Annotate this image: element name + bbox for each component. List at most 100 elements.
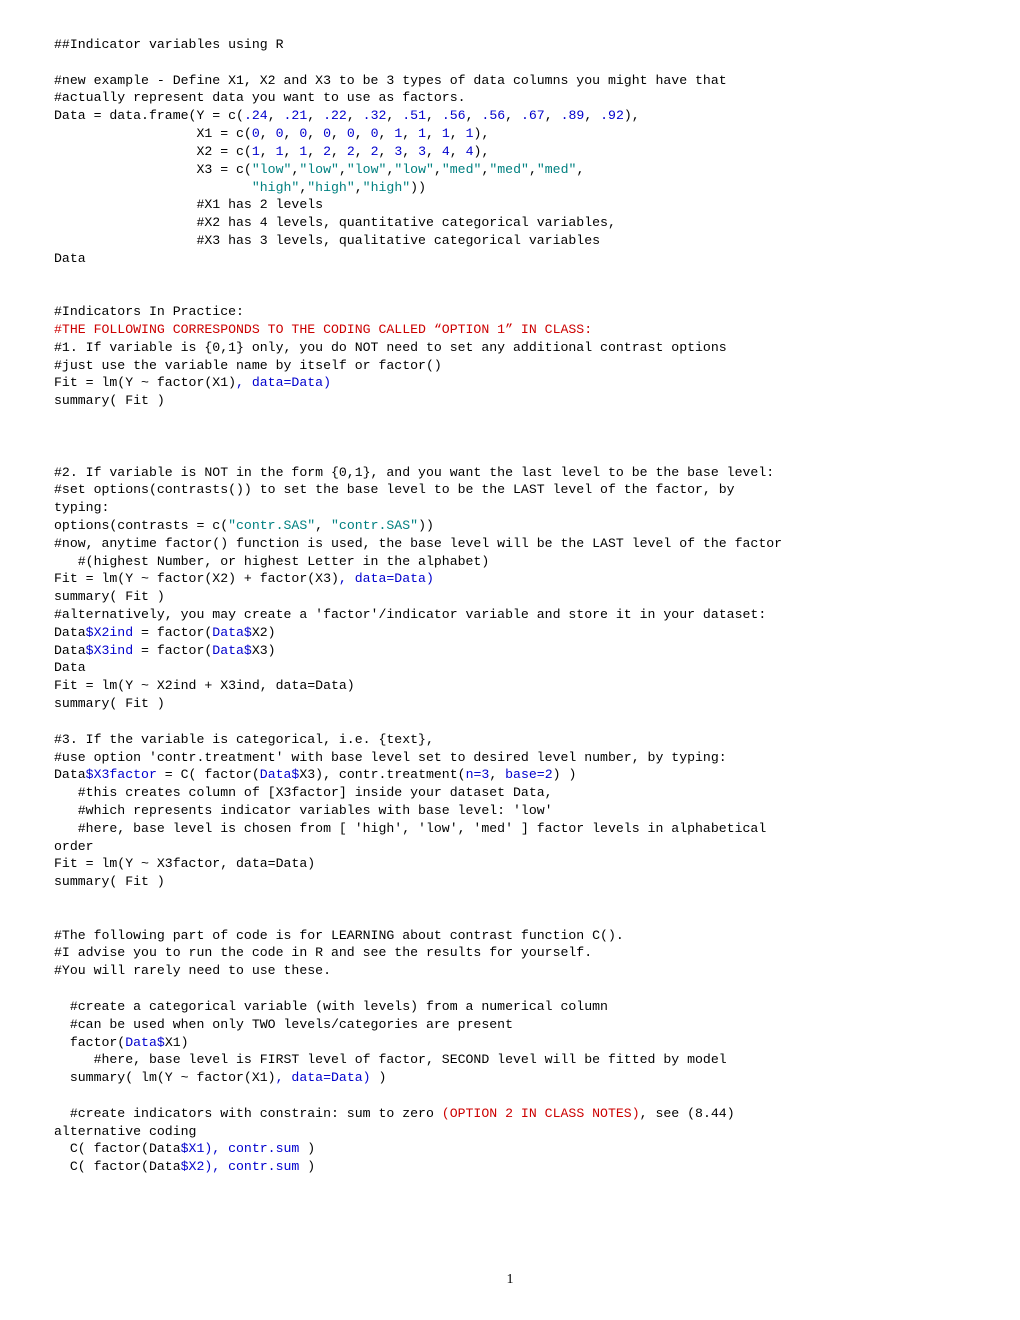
code-segment: #create indicators with constrain: sum t… xyxy=(54,1106,442,1121)
code-segment: X2 = c( xyxy=(54,144,252,159)
code-segment: #X3 has 3 levels, qualitative categorica… xyxy=(54,233,600,248)
code-line: #The following part of code is for LEARN… xyxy=(54,928,624,943)
code-segment: , xyxy=(331,144,347,159)
code-segment: , xyxy=(347,108,363,123)
code-segment: ), xyxy=(474,126,490,141)
code-segment: Fit = lm(Y ~ factor(X2) + factor(X3) xyxy=(54,571,339,586)
code-segment: #2. If variable is NOT in the form {0,1}… xyxy=(54,465,774,480)
code-segment: Data xyxy=(54,643,86,658)
code-line: summary( Fit ) xyxy=(54,696,165,711)
code-segment: "high" xyxy=(307,180,354,195)
code-segment: , xyxy=(307,144,323,159)
code-segment xyxy=(54,269,62,284)
code-line xyxy=(54,411,62,426)
code-segment: Data$ xyxy=(212,625,252,640)
code-segment: 3 xyxy=(418,144,426,159)
code-segment: , xyxy=(355,144,371,159)
code-line xyxy=(54,910,62,925)
code-segment: Fit = lm(Y ~ X2ind + X3ind, data=Data) xyxy=(54,678,355,693)
code-line: #new example - Define X1, X2 and X3 to b… xyxy=(54,73,727,88)
code-line: #here, base level is chosen from [ 'high… xyxy=(54,821,766,836)
code-segment: , data=Data) xyxy=(339,571,434,586)
code-segment: .22 xyxy=(323,108,347,123)
code-block: ##Indicator variables using R #new examp… xyxy=(54,36,966,1176)
code-line: #2. If variable is NOT in the form {0,1}… xyxy=(54,465,774,480)
code-segment: , xyxy=(379,144,395,159)
code-segment: #You will rarely need to use these. xyxy=(54,963,331,978)
code-line xyxy=(54,1088,62,1103)
code-line: #1. If variable is {0,1} only, you do NO… xyxy=(54,340,727,355)
code-segment: $X1), contr.sum xyxy=(181,1141,308,1156)
code-segment: , xyxy=(545,108,561,123)
code-segment: #which represents indicator variables wi… xyxy=(54,803,553,818)
code-segment: Data xyxy=(54,660,86,675)
code-line: #(highest Number, or highest Letter in t… xyxy=(54,554,489,569)
code-segment: #can be used when only TWO levels/catego… xyxy=(54,1017,513,1032)
code-segment: "high" xyxy=(252,180,299,195)
code-segment: , xyxy=(466,108,482,123)
code-segment: , xyxy=(331,126,347,141)
code-line: #create a categorical variable (with lev… xyxy=(54,999,608,1014)
code-segment: , data=Data) xyxy=(236,375,331,390)
code-segment: 0 xyxy=(252,126,260,141)
code-line: #You will rarely need to use these. xyxy=(54,963,331,978)
code-segment: 0 xyxy=(371,126,379,141)
code-line: Fit = lm(Y ~ X2ind + X3ind, data=Data) xyxy=(54,678,355,693)
code-segment xyxy=(54,286,62,301)
code-segment: typing: xyxy=(54,500,109,515)
code-segment: #The following part of code is for LEARN… xyxy=(54,928,624,943)
code-segment: X1) xyxy=(165,1035,189,1050)
code-segment: )) xyxy=(418,518,434,533)
code-segment: "low" xyxy=(252,162,292,177)
code-line: #alternatively, you may create a 'factor… xyxy=(54,607,766,622)
code-segment: , xyxy=(386,108,402,123)
code-segment: 2 xyxy=(347,144,355,159)
code-segment: ) ) xyxy=(553,767,577,782)
code-segment: 0 xyxy=(323,126,331,141)
code-line: Fit = lm(Y ~ factor(X2) + factor(X3), da… xyxy=(54,571,434,586)
code-segment: "contr.SAS" xyxy=(228,518,315,533)
code-line: #X2 has 4 levels, quantitative categoric… xyxy=(54,215,616,230)
code-segment: , xyxy=(307,126,323,141)
code-segment: "high" xyxy=(363,180,410,195)
code-line: #THE FOLLOWING CORRESPONDS TO THE CODING… xyxy=(54,322,592,337)
code-segment: 1 xyxy=(276,144,284,159)
code-segment: , xyxy=(315,518,331,533)
code-segment: Data = data.frame(Y = c( xyxy=(54,108,244,123)
code-line: X2 = c(1, 1, 1, 2, 2, 2, 3, 3, 4, 4), xyxy=(54,144,489,159)
code-segment: = factor( xyxy=(133,625,212,640)
code-line: #create indicators with constrain: sum t… xyxy=(54,1106,735,1121)
code-segment: base=2 xyxy=(505,767,552,782)
code-segment: #now, anytime factor() function is used,… xyxy=(54,536,782,551)
code-line: typing: xyxy=(54,500,109,515)
code-segment: #this creates column of [X3factor] insid… xyxy=(54,785,553,800)
code-segment xyxy=(54,981,62,996)
code-segment: #set options(contrasts()) to set the bas… xyxy=(54,482,735,497)
code-segment: #just use the variable name by itself or… xyxy=(54,358,442,373)
code-segment: X3) xyxy=(252,643,276,658)
code-line: #3. If the variable is categorical, i.e.… xyxy=(54,732,434,747)
code-line: #this creates column of [X3factor] insid… xyxy=(54,785,553,800)
code-segment: .51 xyxy=(402,108,426,123)
code-segment: "contr.SAS" xyxy=(331,518,418,533)
code-segment: , see (8.44) xyxy=(640,1106,735,1121)
code-segment: #THE FOLLOWING CORRESPONDS TO THE CODING… xyxy=(54,322,592,337)
code-segment: Data xyxy=(54,251,86,266)
code-segment: , xyxy=(426,126,442,141)
code-segment: 4 xyxy=(466,144,474,159)
code-segment: )) xyxy=(410,180,426,195)
code-segment: X3), contr.treatment( xyxy=(299,767,465,782)
code-line: summary( Fit ) xyxy=(54,589,165,604)
code-segment: 0 xyxy=(347,126,355,141)
code-line: Data$X2ind = factor(Data$X2) xyxy=(54,625,276,640)
code-segment: .89 xyxy=(561,108,585,123)
code-segment: , data=Data) xyxy=(276,1070,371,1085)
page-number: 1 xyxy=(0,1271,1020,1290)
code-segment: factor( xyxy=(54,1035,125,1050)
code-line: #actually represent data you want to use… xyxy=(54,90,466,105)
code-segment: , xyxy=(402,144,418,159)
code-segment: = C( factor( xyxy=(157,767,260,782)
code-line: #can be used when only TWO levels/catego… xyxy=(54,1017,513,1032)
code-segment: 0 xyxy=(276,126,284,141)
code-segment xyxy=(54,447,62,462)
